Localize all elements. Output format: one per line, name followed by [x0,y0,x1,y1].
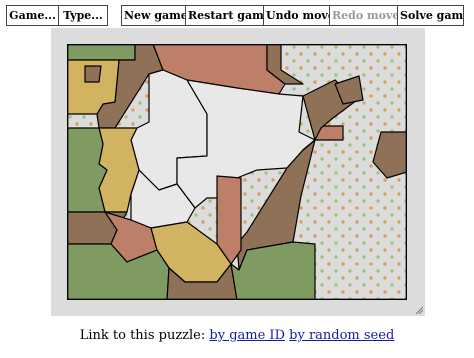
link-prefix: Link to this puzzle: [79,328,206,343]
map-puzzle-canvas[interactable] [67,44,407,300]
game-toolbar: New game Restart game Undo move Redo mov… [121,5,464,26]
resize-grip-icon[interactable] [415,306,423,314]
map-regions[interactable] [67,44,407,300]
game-frame [51,28,425,316]
new-game-button[interactable]: New game [122,6,186,25]
redo-move-button[interactable]: Redo move [330,6,398,25]
map-region-green[interactable] [67,127,108,213]
by-game-id-link[interactable]: by game ID [209,328,285,343]
restart-game-button[interactable]: Restart game [186,6,264,25]
map-region-green[interactable] [67,44,136,61]
game-menu-button[interactable]: Game... [7,6,59,25]
map-region-green[interactable] [67,243,170,300]
type-menu-button[interactable]: Type... [59,6,107,25]
by-random-seed-link[interactable]: by random seed [289,328,394,343]
puzzle-link-line: Link to this puzzle: by game ID by rando… [0,328,474,343]
map-region-brown[interactable] [84,65,102,83]
game-menu-bar: Game... Type... [6,5,108,26]
undo-move-button[interactable]: Undo move [264,6,330,25]
solve-game-button[interactable]: Solve game [398,6,463,25]
